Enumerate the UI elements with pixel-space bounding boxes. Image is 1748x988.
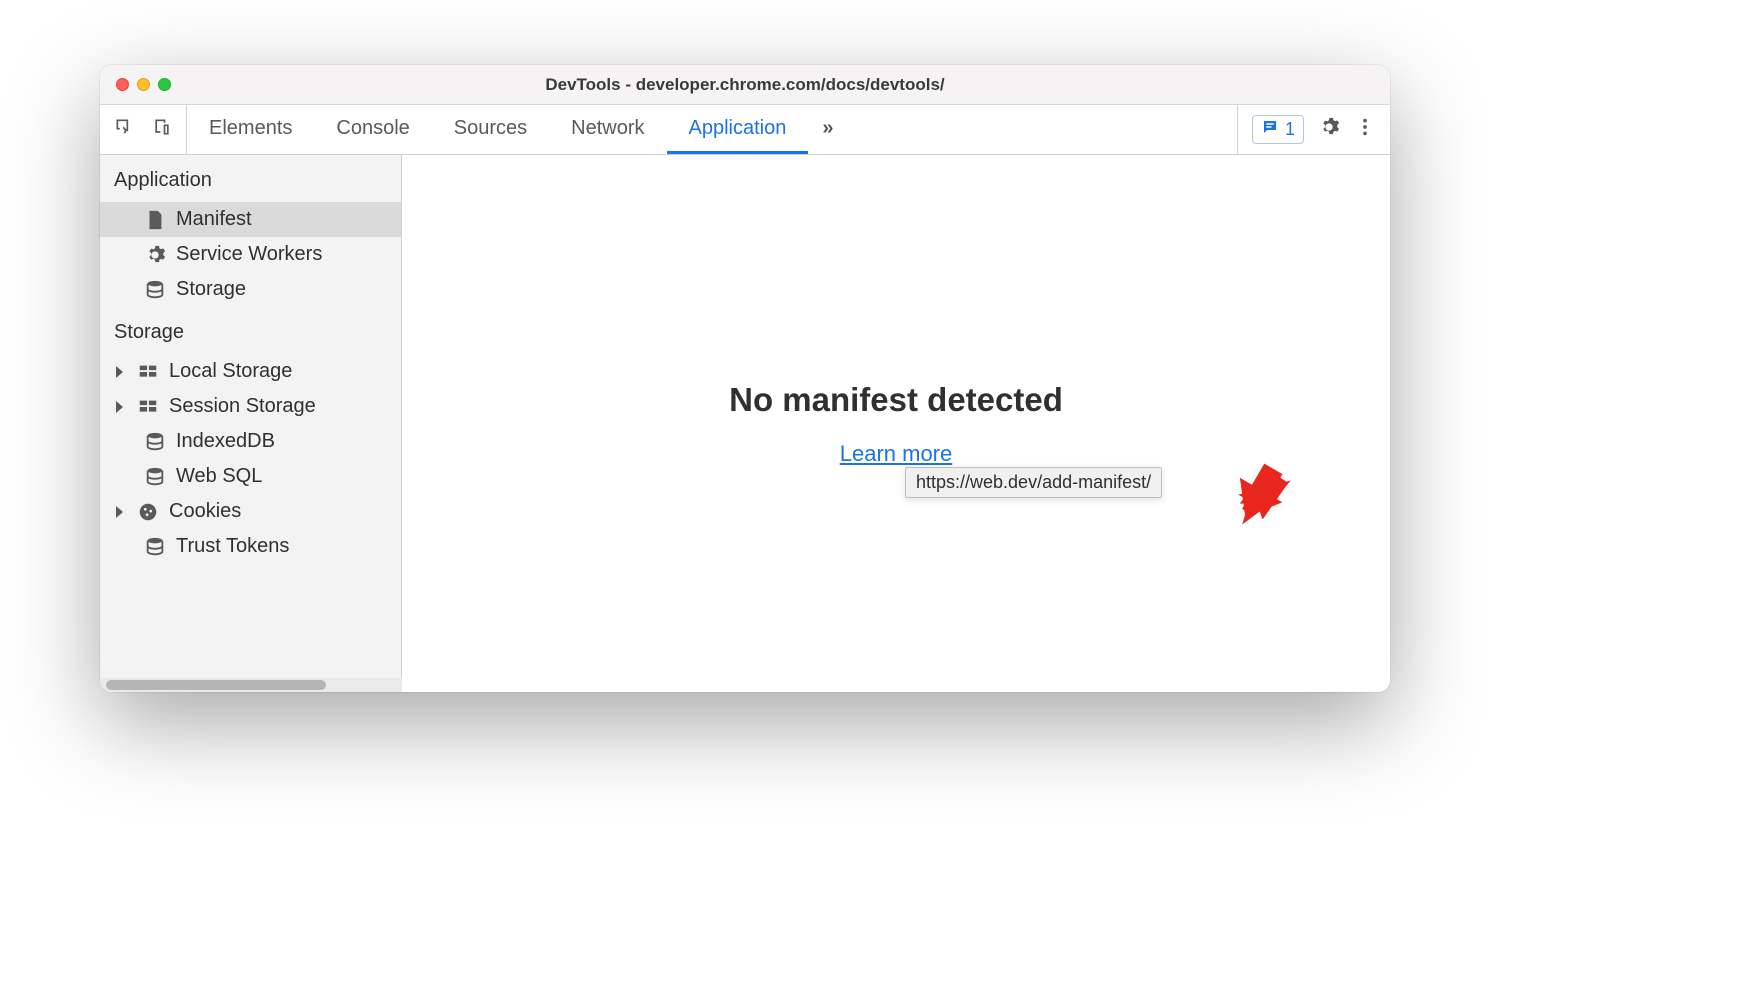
- application-sidebar[interactable]: Application Manifest Service Workers Sto…: [100, 155, 402, 692]
- grid-icon: [137, 396, 159, 418]
- more-options-button[interactable]: [1354, 116, 1376, 143]
- tab-network[interactable]: Network: [549, 105, 666, 154]
- chevron-double-right-icon: »: [822, 117, 833, 140]
- caret-right-icon: [116, 401, 123, 413]
- sidebar-item-label: Local Storage: [169, 360, 292, 383]
- issues-count: 1: [1285, 119, 1295, 140]
- sidebar-horizontal-scrollbar[interactable]: [100, 678, 402, 692]
- tabs-overflow-button[interactable]: »: [808, 105, 847, 154]
- window-titlebar: DevTools - developer.chrome.com/docs/dev…: [100, 65, 1390, 105]
- file-icon: [144, 209, 166, 231]
- minimize-window-button[interactable]: [137, 78, 150, 91]
- main-panel: No manifest detected Learn more https://…: [402, 155, 1390, 692]
- tab-label: Console: [336, 117, 409, 140]
- toolbar-right: 1: [1237, 105, 1390, 154]
- sidebar-item-label: Manifest: [176, 208, 252, 231]
- content-area: Application Manifest Service Workers Sto…: [100, 155, 1390, 692]
- database-icon: [144, 431, 166, 453]
- tab-elements[interactable]: Elements: [187, 105, 314, 154]
- window-title: DevTools - developer.chrome.com/docs/dev…: [100, 75, 1390, 95]
- chat-icon: [1261, 118, 1279, 141]
- sidebar-item-label: Trust Tokens: [176, 535, 289, 558]
- inspect-element-icon[interactable]: [114, 117, 134, 142]
- toolbar-left: [100, 105, 187, 154]
- database-icon: [144, 466, 166, 488]
- sidebar-section-application: Application: [100, 155, 401, 202]
- tab-application[interactable]: Application: [667, 105, 809, 154]
- grid-icon: [137, 361, 159, 383]
- close-window-button[interactable]: [116, 78, 129, 91]
- tab-label: Network: [571, 117, 644, 140]
- sidebar-item-indexeddb[interactable]: IndexedDB: [100, 424, 401, 459]
- cookie-icon: [137, 501, 159, 523]
- traffic-lights: [116, 78, 171, 91]
- tab-label: Elements: [209, 117, 292, 140]
- sidebar-item-storage[interactable]: Storage: [100, 272, 401, 307]
- learn-more-link[interactable]: Learn more: [840, 441, 953, 467]
- issues-badge[interactable]: 1: [1252, 115, 1304, 144]
- link-tooltip: https://web.dev/add-manifest/: [905, 467, 1162, 498]
- sidebar-item-label: Storage: [176, 278, 246, 301]
- sidebar-item-cookies[interactable]: Cookies: [100, 494, 401, 529]
- devtools-toolbar: Elements Console Sources Network Applica…: [100, 105, 1390, 155]
- sidebar-item-label: Service Workers: [176, 243, 322, 266]
- device-toggle-icon[interactable]: [152, 117, 172, 142]
- sidebar-item-local-storage[interactable]: Local Storage: [100, 354, 401, 389]
- tab-label: Sources: [454, 117, 527, 140]
- caret-right-icon: [116, 366, 123, 378]
- tab-label: Application: [689, 117, 787, 140]
- tab-console[interactable]: Console: [314, 105, 431, 154]
- devtools-tabs: Elements Console Sources Network Applica…: [187, 105, 1237, 154]
- database-icon: [144, 536, 166, 558]
- sidebar-item-trust-tokens[interactable]: Trust Tokens: [100, 529, 401, 564]
- manifest-empty-heading: No manifest detected: [729, 381, 1063, 419]
- devtools-window: DevTools - developer.chrome.com/docs/dev…: [100, 65, 1390, 692]
- sidebar-item-label: Cookies: [169, 500, 241, 523]
- sidebar-item-label: IndexedDB: [176, 430, 275, 453]
- sidebar-item-label: Web SQL: [176, 465, 262, 488]
- gear-icon: [144, 244, 166, 266]
- settings-button[interactable]: [1318, 116, 1340, 143]
- database-icon: [144, 279, 166, 301]
- tab-sources[interactable]: Sources: [432, 105, 549, 154]
- sidebar-item-service-workers[interactable]: Service Workers: [100, 237, 401, 272]
- sidebar-section-storage: Storage: [100, 307, 401, 354]
- sidebar-item-manifest[interactable]: Manifest: [100, 202, 401, 237]
- scrollbar-thumb[interactable]: [106, 680, 326, 690]
- sidebar-item-label: Session Storage: [169, 395, 316, 418]
- sidebar-item-session-storage[interactable]: Session Storage: [100, 389, 401, 424]
- maximize-window-button[interactable]: [158, 78, 171, 91]
- caret-right-icon: [116, 506, 123, 518]
- sidebar-item-websql[interactable]: Web SQL: [100, 459, 401, 494]
